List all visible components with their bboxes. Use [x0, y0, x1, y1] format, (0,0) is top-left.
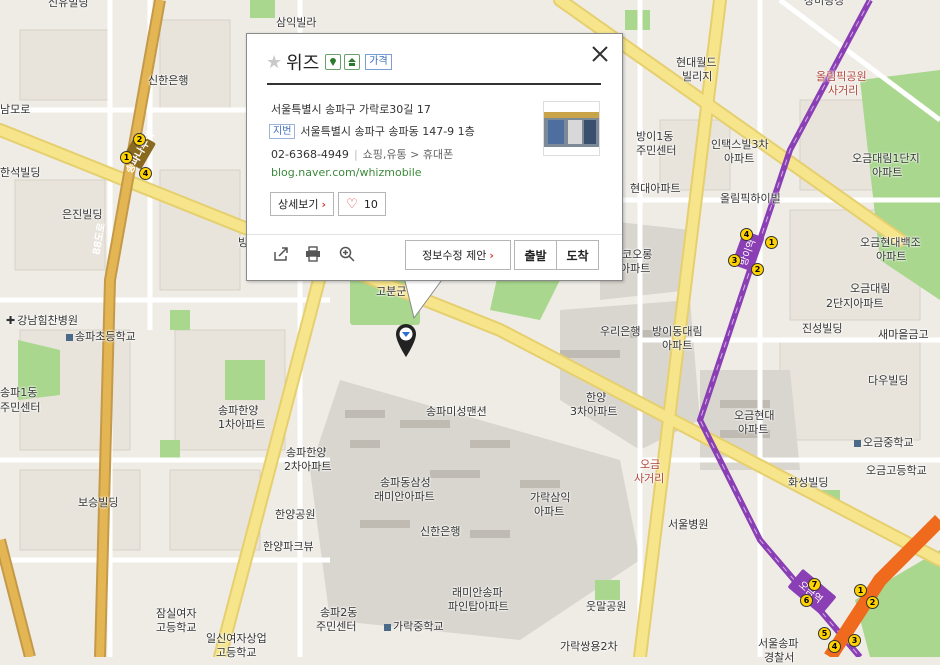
phone-row: 02-6368-4949 | 쇼핑,유통 > 휴대폰 [271, 148, 454, 161]
place-thumbnail[interactable] [543, 101, 600, 156]
route-button-group: 출발 도착 [514, 240, 599, 270]
favorite-star-icon[interactable]: ★ [266, 52, 282, 73]
edit-suggest-button[interactable]: 정보수정 제안 › [405, 240, 511, 270]
popup-divider [247, 234, 622, 235]
place-name[interactable]: 위즈 [286, 49, 319, 75]
jibun-address-row: 지번 서울특별시 송파구 송파동 147-9 1층 [269, 123, 475, 139]
location-tag-icon [325, 54, 342, 70]
phone-number[interactable]: 02-6368-4949 [271, 148, 349, 161]
popup-tail [403, 276, 445, 320]
location-pin-icon[interactable] [394, 322, 418, 358]
store-tag-icon [344, 54, 361, 70]
homepage-link[interactable]: blog.naver.com/whizmobile [271, 166, 422, 179]
arrive-button[interactable]: 도착 [557, 241, 598, 269]
jibun-address: 서울특별시 송파구 송파동 147-9 1층 [300, 125, 475, 138]
place-info-popup: ★ 위즈 가격 서울특별시 송파구 가락로30길 17 지번 서울특별시 송파구… [246, 33, 623, 281]
like-count: 10 [363, 197, 378, 211]
share-icon[interactable] [273, 246, 289, 262]
price-badge[interactable]: 가격 [365, 54, 392, 70]
print-icon[interactable] [305, 246, 321, 262]
jibun-tag: 지번 [269, 123, 296, 139]
zoom-in-icon[interactable] [339, 246, 355, 262]
depart-button[interactable]: 출발 [515, 241, 557, 269]
road-address: 서울특별시 송파구 가락로30길 17 [271, 103, 431, 116]
close-icon[interactable] [590, 44, 610, 64]
category: 쇼핑,유통 > 휴대폰 [362, 148, 454, 161]
like-button[interactable]: ♡ 10 [338, 192, 386, 216]
title-divider [267, 83, 601, 85]
detail-button[interactable]: 상세보기 › [270, 192, 334, 216]
place-title-row: ★ 위즈 가격 [266, 50, 392, 74]
heart-icon: ♡ [346, 196, 358, 212]
